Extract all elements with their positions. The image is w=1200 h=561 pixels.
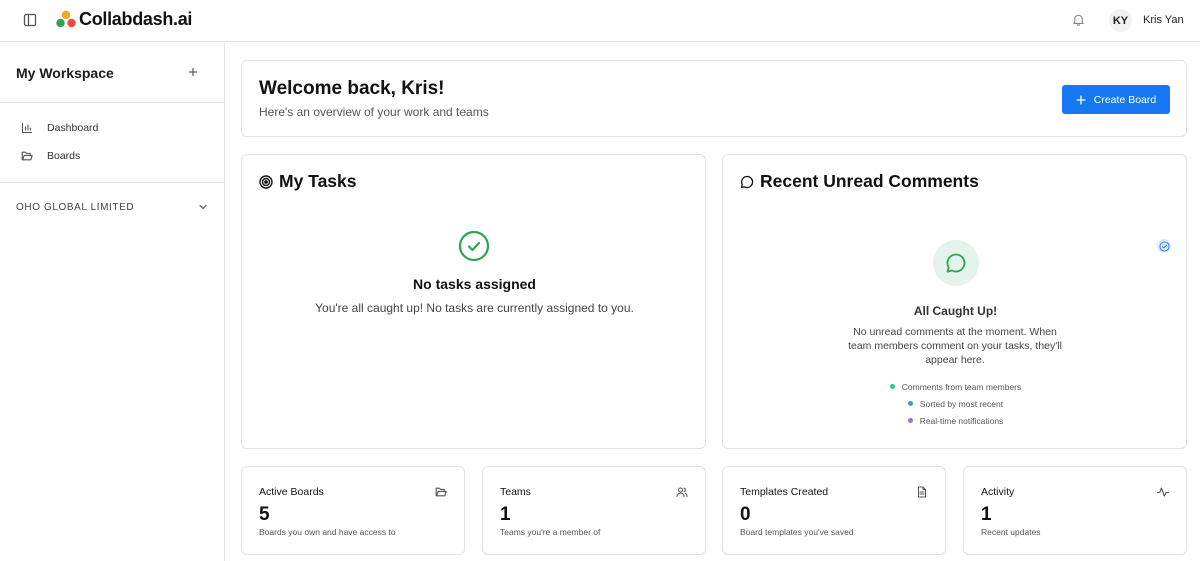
stat-description: Board templates you've saved	[740, 527, 854, 537]
page-subtitle: Here's an overview of your work and team…	[259, 105, 489, 119]
brand-name: Collabdash.ai	[79, 9, 193, 29]
bullet-dot	[907, 418, 913, 423]
sidebar-item-label: Dashboard	[47, 122, 99, 134]
sidebar-divider	[0, 102, 224, 103]
recent-comments-card: Recent Unread Comments All Caught Up! No…	[722, 154, 1187, 449]
stat-value: 1	[500, 504, 511, 525]
folder-icon	[435, 486, 447, 498]
bullet-dot	[889, 384, 895, 389]
top-bar: Collabdash.ai KY Kris Yan	[0, 0, 1200, 42]
list-item: Real-time notifications	[723, 412, 1188, 429]
user-name[interactable]: Kris Yan	[1143, 14, 1184, 26]
empty-state-text: No unread comments at the moment. When t…	[848, 326, 1062, 366]
create-board-button[interactable]: Create Board	[1062, 85, 1170, 114]
stat-value: 1	[981, 504, 992, 525]
chat-bubble-icon	[933, 240, 979, 286]
recent-comments-title: Recent Unread Comments	[760, 171, 979, 191]
stat-card-templates[interactable]: Templates Created 0 Board templates you'…	[722, 466, 946, 555]
stat-card-activity[interactable]: Activity 1 Recent updates	[963, 466, 1187, 555]
stat-label: Active Boards	[259, 486, 324, 498]
users-icon	[676, 486, 688, 498]
stat-description: Recent updates	[981, 527, 1041, 537]
workspace-title: My Workspace	[16, 65, 114, 81]
stat-value: 5	[259, 504, 270, 525]
check-badge-icon[interactable]	[1157, 239, 1171, 253]
page-title: Welcome back, Kris!	[259, 78, 445, 99]
plus-icon[interactable]	[187, 66, 199, 78]
logo-icon	[56, 10, 76, 28]
empty-state-title: No tasks assigned	[413, 276, 536, 292]
folder-open-icon	[21, 150, 33, 162]
stat-card-active-boards[interactable]: Active Boards 5 Boards you own and have …	[241, 466, 465, 555]
stat-card-teams[interactable]: Teams 1 Teams you're a member of	[482, 466, 706, 555]
sidebar-panel-icon[interactable]	[22, 12, 38, 28]
stat-description: Boards you own and have access to	[259, 527, 396, 537]
sidebar-item-dashboard[interactable]: Dashboard	[16, 116, 212, 140]
avatar[interactable]: KY	[1109, 9, 1132, 32]
my-tasks-card: My Tasks No tasks assigned You're all ca…	[241, 154, 706, 449]
stat-description: Teams you're a member of	[500, 527, 601, 537]
plus-icon	[1076, 94, 1086, 105]
stat-label: Templates Created	[740, 486, 829, 498]
sidebar-divider	[0, 182, 224, 183]
feature-list: Comments from team members Sorted by mos…	[723, 378, 1188, 429]
list-item: Comments from team members	[723, 378, 1188, 395]
create-board-label: Create Board	[1093, 93, 1157, 106]
empty-state-text: You're all caught up! No tasks are curre…	[315, 301, 634, 315]
recent-comments-header: Recent Unread Comments	[740, 171, 979, 192]
bar-chart-icon	[21, 122, 33, 134]
document-icon	[916, 486, 928, 498]
list-item-text: Comments from team members	[901, 381, 1022, 392]
target-icon	[259, 174, 273, 189]
stat-value: 0	[740, 504, 751, 525]
organization-name: OHO GLOBAL LIMITED	[16, 201, 135, 213]
check-circle-icon	[458, 230, 490, 262]
bell-icon[interactable]	[1071, 12, 1086, 27]
chevron-down-icon	[198, 202, 208, 212]
list-item-text: Sorted by most recent	[919, 398, 1004, 409]
my-tasks-title: My Tasks	[279, 171, 357, 191]
list-item-text: Real-time notifications	[919, 415, 1004, 426]
message-circle-icon	[740, 175, 754, 189]
stat-label: Activity	[981, 486, 1015, 498]
my-tasks-header: My Tasks	[259, 171, 357, 192]
stat-label: Teams	[500, 486, 531, 498]
list-item: Sorted by most recent	[723, 395, 1188, 412]
empty-state-title: All Caught Up!	[913, 304, 998, 318]
activity-icon	[1157, 486, 1169, 498]
sidebar-item-label: Boards	[47, 150, 81, 162]
sidebar-item-boards[interactable]: Boards	[16, 144, 212, 168]
sidebar: My Workspace Dashboard Boards OHO GLOBAL…	[0, 43, 225, 561]
organization-selector[interactable]: OHO GLOBAL LIMITED	[16, 198, 208, 216]
welcome-card: Welcome back, Kris! Here's an overview o…	[241, 60, 1187, 137]
bullet-dot	[907, 401, 913, 406]
